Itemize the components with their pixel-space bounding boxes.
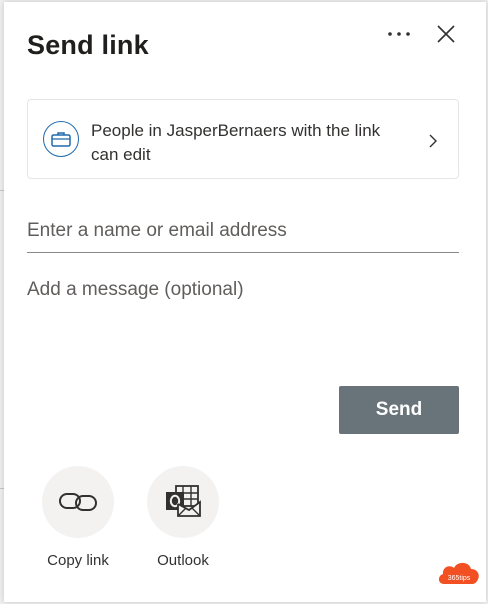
more-options-button[interactable]	[384, 22, 414, 46]
outlook-icon	[166, 485, 201, 517]
briefcase-icon	[43, 121, 79, 157]
more-horizontal-icon	[388, 32, 410, 36]
copy-link-button[interactable]	[42, 466, 114, 538]
dialog-title: Send link	[27, 30, 149, 60]
send-button[interactable]: Send	[339, 386, 459, 434]
chevron-right-icon	[429, 134, 437, 148]
link-permission-settings[interactable]: People in JasperBernaers with the link c…	[27, 99, 459, 179]
close-icon	[437, 25, 455, 43]
copy-link-option[interactable]: Copy link	[33, 466, 123, 569]
outlook-button[interactable]	[147, 466, 219, 538]
close-button[interactable]	[432, 20, 460, 48]
outlook-option[interactable]: Outlook	[138, 466, 228, 569]
permission-description: People in JasperBernaers with the link c…	[91, 121, 381, 164]
message-input[interactable]	[27, 276, 459, 366]
dialog-header: Send link	[27, 30, 149, 61]
badge-text: 365tips	[448, 575, 471, 582]
send-link-dialog: Send link People in JasperBernaers with …	[4, 2, 486, 602]
link-icon	[59, 493, 97, 511]
copy-link-label: Copy link	[47, 552, 109, 569]
365tips-cloud-logo: 365tips	[436, 558, 482, 593]
outlook-label: Outlook	[157, 552, 209, 569]
recipient-input[interactable]	[27, 209, 459, 253]
